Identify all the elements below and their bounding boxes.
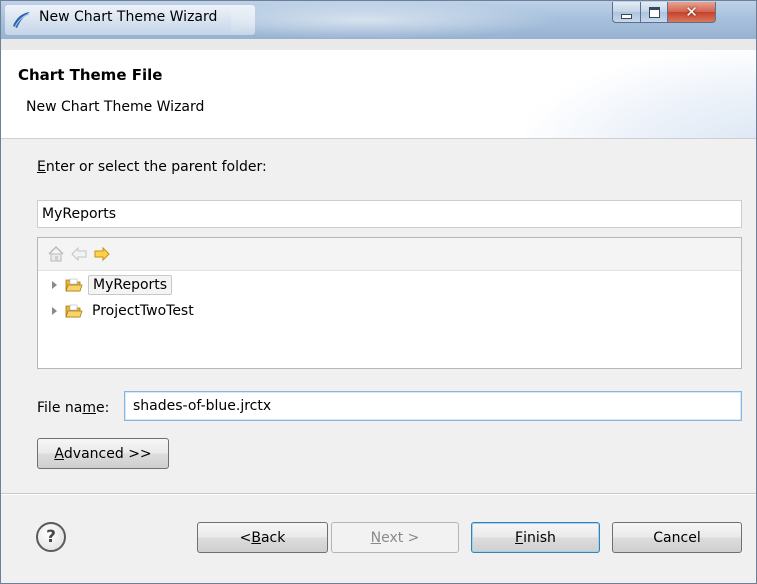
expand-twisty-icon[interactable] — [52, 281, 57, 289]
tree-item-label: ProjectTwoTest — [92, 303, 194, 319]
tree-item-label: MyReports — [88, 275, 173, 295]
parent-folder-label: Enter or select the parent folder: — [37, 159, 267, 175]
eclipse-app-icon — [13, 12, 30, 28]
page-title: Chart Theme File — [18, 66, 163, 84]
maximize-button[interactable] — [640, 2, 667, 23]
minimize-icon — [621, 13, 632, 19]
help-icon[interactable]: ? — [36, 522, 66, 552]
open-folder-icon — [65, 304, 83, 318]
close-icon: ✕ — [685, 3, 698, 21]
folder-tree[interactable]: MyReports ProjectTwoTest — [37, 237, 742, 369]
header-banner-graphic — [526, 50, 756, 138]
tree-item[interactable]: ProjectTwoTest — [52, 300, 198, 322]
back-button[interactable]: < Back — [197, 522, 328, 553]
page-description: New Chart Theme Wizard — [26, 99, 205, 115]
wizard-header: Chart Theme File New Chart Theme Wizard — [1, 50, 756, 139]
forward-arrow-icon[interactable] — [93, 245, 111, 263]
wizard-window: New Chart Theme Wizard ✕ Chart Theme Fil… — [0, 0, 757, 584]
file-name-input[interactable] — [124, 391, 742, 421]
parent-folder-input[interactable] — [37, 200, 742, 228]
expand-twisty-icon[interactable] — [52, 307, 57, 315]
advanced-button[interactable]: Advanced >> — [37, 438, 169, 469]
window-title: New Chart Theme Wizard — [39, 9, 218, 25]
home-icon[interactable] — [47, 245, 65, 263]
finish-button[interactable]: Finish — [471, 522, 600, 553]
maximize-icon — [648, 6, 660, 18]
next-button[interactable]: Next > — [331, 522, 459, 553]
minimize-button[interactable] — [612, 2, 640, 23]
window-controls: ✕ — [612, 2, 716, 24]
title-bar[interactable]: New Chart Theme Wizard ✕ — [1, 1, 756, 40]
back-arrow-icon[interactable] — [70, 245, 88, 263]
open-folder-icon — [65, 278, 83, 292]
cancel-button[interactable]: Cancel — [612, 522, 742, 553]
close-button[interactable]: ✕ — [667, 2, 716, 23]
tree-toolbar — [38, 238, 741, 271]
tree-item[interactable]: MyReports — [52, 274, 173, 296]
file-name-label: File name: — [37, 400, 110, 416]
